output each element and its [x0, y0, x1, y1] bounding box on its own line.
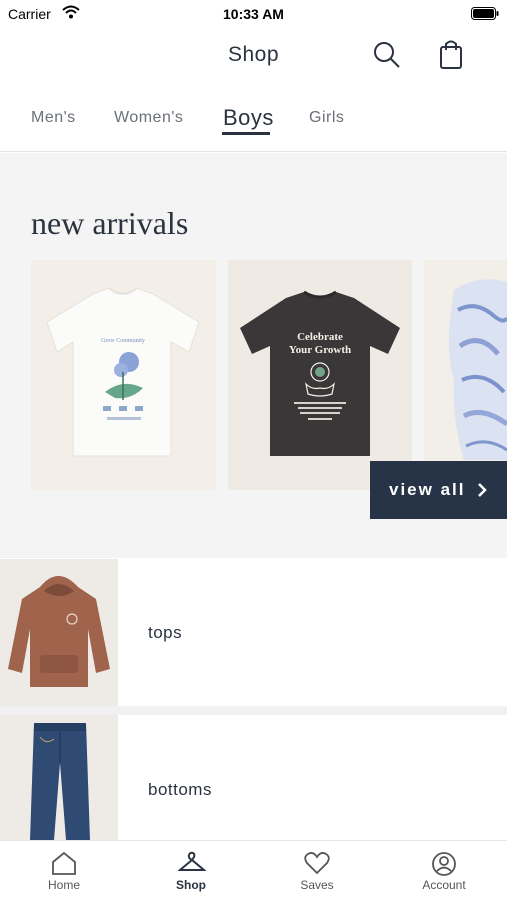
- clock: 10:33 AM: [223, 6, 284, 22]
- shopping-bag-button[interactable]: [437, 38, 465, 70]
- new-arrivals-section: new arrivals Grow Community Celebrate Yo…: [0, 153, 507, 558]
- product-card[interactable]: [424, 260, 507, 490]
- category-row-tops[interactable]: tops: [0, 559, 507, 706]
- heart-icon: [304, 852, 330, 875]
- blue-marble-hoodie-image: [424, 260, 507, 490]
- status-bar: Carrier 10:33 AM: [0, 0, 507, 28]
- category-thumbnail: [0, 715, 118, 840]
- nav-home[interactable]: Home: [14, 841, 114, 900]
- svg-text:Celebrate: Celebrate: [297, 331, 343, 343]
- nav-label: Home: [47, 878, 80, 892]
- nav-label: Saves: [300, 878, 334, 892]
- tab-womens[interactable]: Women's: [114, 109, 183, 127]
- nav-shop[interactable]: Shop: [141, 841, 241, 900]
- app-header: Shop: [0, 28, 507, 84]
- svg-text:Your Growth: Your Growth: [289, 344, 351, 356]
- nav-label: Shop: [176, 878, 206, 892]
- category-divider: [0, 706, 507, 715]
- nav-saves[interactable]: Saves: [267, 841, 367, 900]
- category-label: bottoms: [148, 780, 212, 799]
- search-icon: [374, 42, 400, 68]
- svg-text:Grow Community: Grow Community: [101, 338, 145, 344]
- blue-jeans-image: [0, 715, 118, 840]
- product-card[interactable]: Celebrate Your Growth: [228, 260, 412, 490]
- tab-girls[interactable]: Girls: [309, 109, 344, 127]
- home-icon: [52, 851, 76, 875]
- category-thumbnail: [0, 559, 118, 706]
- bottom-tab-bar: Home Shop Saves Account: [0, 840, 507, 900]
- brown-hoodie-image: [0, 559, 118, 706]
- account-icon: [432, 852, 456, 876]
- shopping-bag-icon: [440, 40, 462, 69]
- tab-mens[interactable]: Men's: [31, 109, 76, 127]
- nav-label: Account: [422, 878, 466, 892]
- view-all-label: view all: [389, 480, 466, 499]
- nav-account[interactable]: Account: [394, 841, 494, 900]
- view-all-button[interactable]: view all: [370, 461, 507, 519]
- department-tabs: Men's Women's Boys Girls: [0, 92, 507, 152]
- category-row-bottoms[interactable]: bottoms: [0, 715, 507, 840]
- category-label: tops: [148, 623, 183, 642]
- page-title: Shop: [227, 43, 280, 66]
- tab-boys[interactable]: Boys: [223, 105, 274, 131]
- section-title: new arrivals: [31, 205, 189, 241]
- product-card[interactable]: Grow Community: [31, 260, 216, 490]
- search-button[interactable]: [372, 40, 402, 70]
- chevron-right-icon: [478, 483, 488, 497]
- battery-icon: [471, 7, 499, 20]
- white-tshirt-image: Grow Community: [31, 260, 216, 490]
- hanger-icon: [178, 851, 206, 871]
- black-tshirt-image: Celebrate Your Growth: [228, 260, 412, 490]
- active-tab-indicator: [222, 132, 270, 135]
